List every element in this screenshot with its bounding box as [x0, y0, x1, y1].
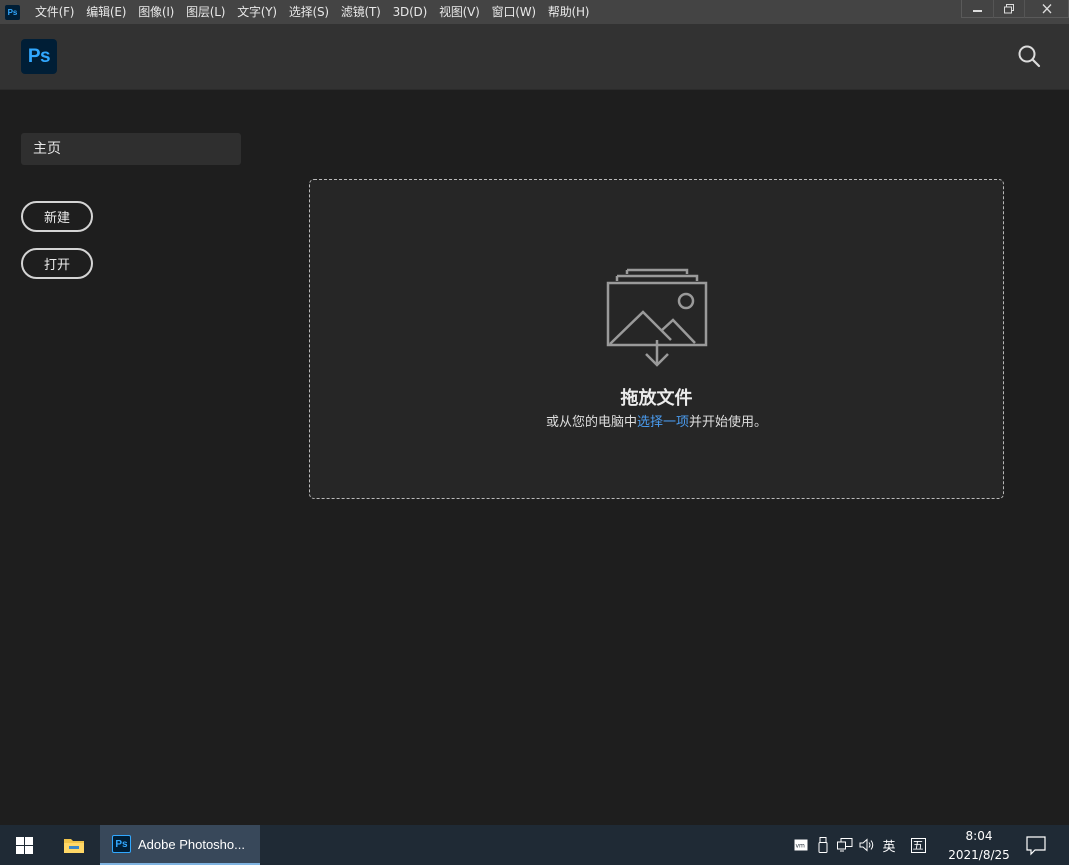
menu-select[interactable]: 选择(S) [283, 0, 335, 24]
drop-sub-text-before: 或从您的电脑中 [545, 415, 637, 430]
minimize-icon [972, 10, 982, 12]
close-icon [1042, 4, 1051, 14]
vmware-tray[interactable]: vm [790, 825, 812, 865]
menu-window[interactable]: 窗口(W) [486, 0, 542, 24]
menu-view[interactable]: 视图(V) [433, 0, 486, 24]
menu-file[interactable]: 文件(F) [29, 0, 80, 24]
restore-icon [1004, 4, 1014, 14]
taskbar-photoshop-label: Adobe Photosho... [138, 836, 245, 852]
volume-tray[interactable] [856, 825, 878, 865]
notification-button[interactable] [1024, 833, 1048, 857]
menu-bar: Ps 文件(F) 编辑(E) 图像(I) 图层(L) 文字(Y) 选择(S) 滤… [0, 0, 1069, 24]
start-button[interactable] [0, 825, 48, 865]
clock-date: 2021/8/25 [948, 848, 1010, 862]
folder-icon [64, 839, 84, 853]
menu-help[interactable]: 帮助(H) [542, 0, 595, 24]
usb-icon [818, 837, 828, 853]
ps-app-icon[interactable]: Ps [5, 4, 20, 20]
drop-sub-text-after: 并开始使用。 [689, 415, 768, 430]
ime-mode[interactable]: 五 [900, 825, 936, 865]
svg-text:vm: vm [796, 843, 806, 850]
restore-button[interactable] [993, 0, 1024, 18]
menu-edit[interactable]: 编辑(E) [80, 0, 132, 24]
file-drop-zone[interactable]: 拖放文件 或从您的电脑中选择一项并开始使用。 [309, 179, 1004, 499]
drop-image-icon [606, 268, 708, 367]
network-icon [837, 838, 853, 852]
file-explorer-button[interactable] [48, 825, 100, 865]
clock-time: 8:04 [965, 829, 993, 843]
menu-image[interactable]: 图像(I) [132, 0, 180, 24]
notification-icon [1026, 836, 1046, 856]
taskbar-photoshop[interactable]: Ps Adobe Photosho... [100, 825, 260, 865]
menu-type[interactable]: 文字(Y) [231, 0, 283, 24]
drop-zone-subtitle: 或从您的电脑中选择一项并开始使用。 [310, 411, 1003, 430]
windows-icon [15, 836, 33, 854]
menu-items: 文件(F) 编辑(E) 图像(I) 图层(L) 文字(Y) 选择(S) 滤镜(T… [29, 0, 595, 24]
taskbar: Ps Adobe Photosho... vm 英 五 8:04 2021/8/… [0, 825, 1069, 865]
app-header: Ps [0, 24, 1069, 90]
menu-3d[interactable]: 3D(D) [387, 0, 433, 24]
minimize-button[interactable] [962, 0, 993, 18]
menu-filter[interactable]: 滤镜(T) [335, 0, 387, 24]
select-file-link[interactable]: 选择一项 [637, 415, 689, 430]
sidebar-item-home[interactable]: 主页 [21, 133, 241, 165]
menu-layer[interactable]: 图层(L) [180, 0, 231, 24]
search-icon [1018, 45, 1041, 68]
volume-icon [859, 838, 874, 852]
ime-language[interactable]: 英 [878, 825, 900, 865]
ime-mode-label: 五 [910, 837, 926, 853]
network-tray[interactable] [834, 825, 856, 865]
close-button[interactable] [1024, 0, 1068, 18]
drop-zone-title: 拖放文件 [620, 388, 693, 409]
open-button[interactable]: 打开 [21, 248, 93, 279]
ps-taskbar-icon: Ps [112, 835, 131, 853]
system-tray: vm 英 五 [790, 825, 936, 865]
window-controls [961, 0, 1069, 20]
ps-logo: Ps [21, 39, 57, 74]
usb-tray[interactable] [812, 825, 834, 865]
new-button[interactable]: 新建 [21, 201, 93, 232]
taskbar-clock[interactable]: 8:04 2021/8/25 [944, 825, 1014, 865]
search-button[interactable] [1017, 44, 1041, 68]
vm-icon: vm [794, 839, 808, 851]
